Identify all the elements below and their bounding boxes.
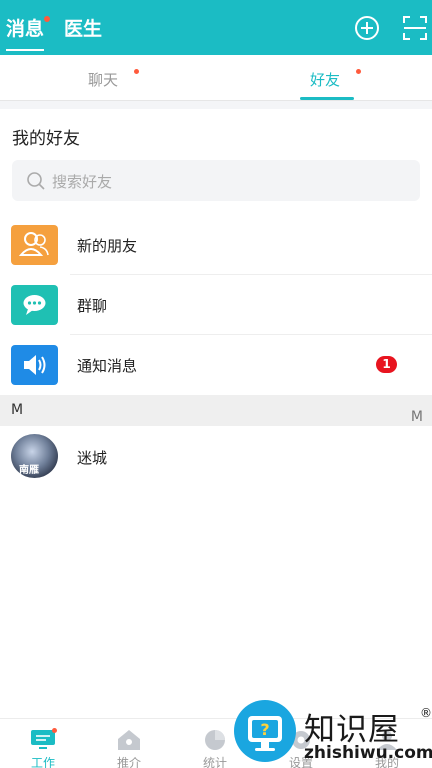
subtab-chat[interactable]: 聊天 <box>88 69 118 90</box>
sub-tabs: 聊天 好友 <box>0 55 432 101</box>
search-icon <box>27 172 45 190</box>
row-divider <box>70 274 432 275</box>
friend-name[interactable]: 迷城 <box>77 447 107 468</box>
list-item-notifications[interactable]: 通知消息 <box>0 336 432 395</box>
svg-text:?: ? <box>260 720 269 739</box>
friends-unread-dot <box>356 69 361 74</box>
watermark-en: zhishiwu.com <box>304 743 432 763</box>
list-item-group-chat[interactable]: 群聊 <box>0 276 432 335</box>
nav-label: 工作 <box>30 756 55 768</box>
nav-recommend[interactable]: 推介 <box>86 719 172 768</box>
add-circle-icon[interactable] <box>354 15 380 41</box>
avatar-text: 南雁 <box>19 465 39 476</box>
tab-messages[interactable]: 消息 <box>6 14 45 51</box>
nav-label: 推介 <box>116 756 141 768</box>
list-item-label: 群聊 <box>77 297 108 315</box>
home-icon <box>118 730 140 750</box>
list-item-label: 新的朋友 <box>77 237 138 255</box>
watermark-registered: ® <box>420 706 432 720</box>
scan-icon[interactable] <box>402 15 428 41</box>
avatar[interactable]: 南雁 <box>11 434 58 478</box>
group-letter: M <box>11 402 24 418</box>
group-header: M <box>0 395 432 426</box>
search-input[interactable]: 搜索好友 <box>12 160 420 201</box>
speaker-icon <box>11 345 58 385</box>
nav-work[interactable]: 工作 <box>0 719 86 768</box>
subtab-friends[interactable]: 好友 <box>310 69 340 90</box>
watermark: ? 知识屋 ® zhishiwu.com <box>234 700 432 768</box>
pie-icon <box>205 730 225 750</box>
section-divider <box>0 101 432 109</box>
chat-bubble-icon <box>11 285 58 325</box>
top-bar: 消息 医生 <box>0 0 432 55</box>
row-divider <box>70 334 432 335</box>
list-item-label: 通知消息 <box>77 357 138 375</box>
contacts-icon <box>11 225 58 265</box>
list-item-new-friends[interactable]: 新的朋友 <box>0 216 432 275</box>
subtab-active-underline <box>300 97 354 100</box>
notification-badge: 1 <box>376 356 397 373</box>
alphabet-index-letter[interactable]: M <box>411 409 423 425</box>
search-placeholder: 搜索好友 <box>52 173 113 191</box>
section-title: 我的好友 <box>12 129 80 149</box>
tab-doctors[interactable]: 医生 <box>64 14 102 41</box>
work-unread-dot <box>52 728 57 733</box>
chat-unread-dot <box>134 69 139 74</box>
watermark-logo: ? <box>234 700 296 762</box>
messages-unread-dot <box>44 16 50 22</box>
